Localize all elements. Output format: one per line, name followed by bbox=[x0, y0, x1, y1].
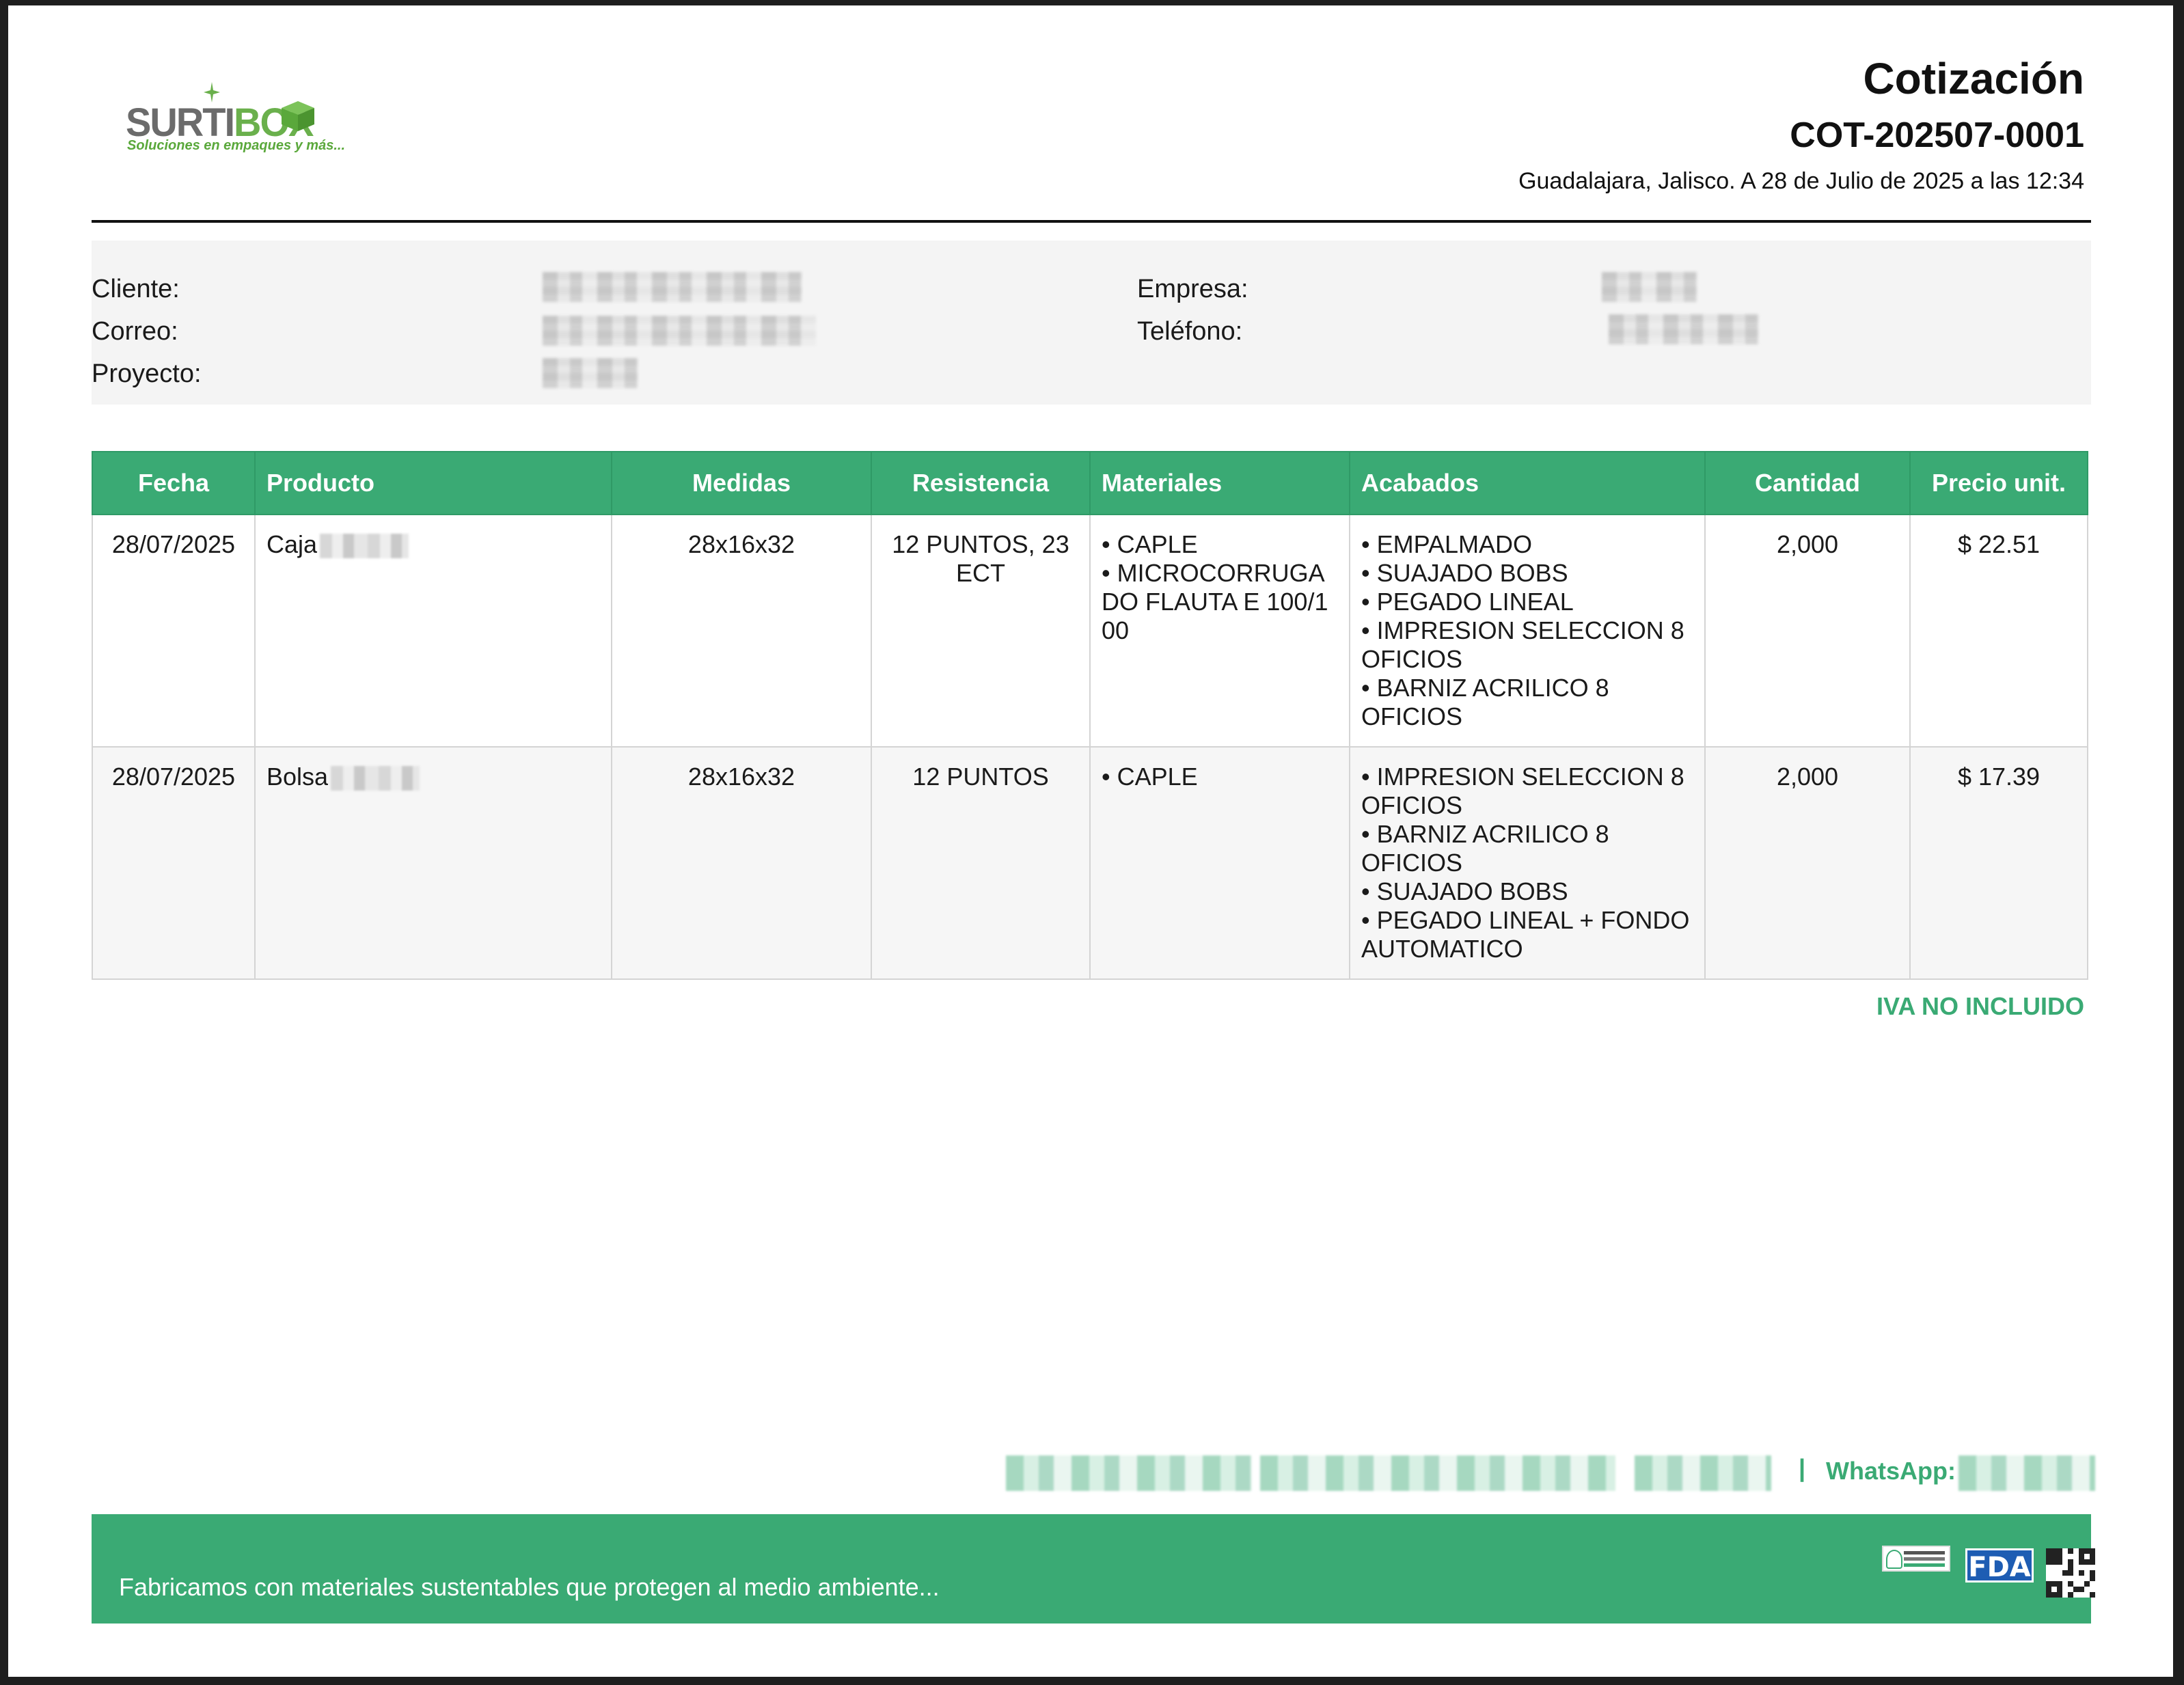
address-redacted bbox=[1006, 1455, 1252, 1491]
proyecto-label: Proyecto: bbox=[92, 359, 202, 388]
list-item: IMPRESION SELECCION 8 OFICIOS bbox=[1361, 763, 1693, 820]
list-item: MICROCORRUGADO FLAUTA E 100/100 bbox=[1102, 559, 1338, 645]
box-icon bbox=[282, 101, 314, 131]
producto-redacted bbox=[331, 766, 420, 791]
list-item: EMPALMADO bbox=[1361, 530, 1693, 559]
phone-redacted bbox=[1635, 1455, 1771, 1491]
list-item: PEGADO LINEAL + FONDO AUTOMATICO bbox=[1361, 906, 1693, 963]
cell-cantidad: 2,000 bbox=[1704, 514, 1911, 748]
whatsapp-number-redacted bbox=[1958, 1455, 2095, 1491]
correo-value-redacted bbox=[543, 316, 816, 346]
bosques-badge-icon bbox=[1882, 1546, 1950, 1572]
cell-materiales: CAPLE bbox=[1089, 746, 1350, 980]
col-header-fecha: Fecha bbox=[92, 451, 256, 515]
cell-acabados: IMPRESION SELECCION 8 OFICIOS BARNIZ ACR… bbox=[1349, 746, 1706, 980]
cell-producto: Bolsa bbox=[254, 746, 612, 980]
quote-number: COT-202507-0001 bbox=[1790, 115, 2084, 155]
table-row: 28/07/2025 Bolsa 28x16x32 12 PUNTOS CAPL… bbox=[92, 746, 2088, 980]
col-header-precio: Precio unit. bbox=[1909, 451, 2088, 515]
cell-cantidad: 2,000 bbox=[1704, 746, 1911, 980]
list-item: CAPLE bbox=[1102, 763, 1338, 791]
header-divider bbox=[92, 220, 2091, 223]
table-header-row: Fecha Producto Medidas Resistencia Mater… bbox=[92, 451, 2088, 515]
telefono-value-redacted bbox=[1609, 314, 1759, 344]
contact-separator: | bbox=[1799, 1454, 1806, 1482]
col-header-cantidad: Cantidad bbox=[1704, 451, 1911, 515]
list-item: SUAJADO BOBS bbox=[1361, 877, 1693, 906]
iva-note: IVA NO INCLUIDO bbox=[1876, 992, 2084, 1020]
producto-redacted bbox=[320, 534, 409, 559]
list-item: SUAJADO BOBS bbox=[1361, 559, 1693, 588]
cell-medidas: 28x16x32 bbox=[611, 746, 872, 980]
logo-tagline: Soluciones en empaques y más... bbox=[127, 138, 346, 153]
quote-page: SURTIBOX Soluciones en empaques y más...… bbox=[8, 5, 2173, 1677]
correo-label: Correo: bbox=[92, 317, 178, 346]
cliente-label: Cliente: bbox=[92, 275, 180, 303]
cell-fecha: 28/07/2025 bbox=[92, 746, 256, 980]
cliente-value-redacted bbox=[543, 272, 802, 302]
empresa-label: Empresa: bbox=[1137, 275, 1248, 303]
qr-code-icon bbox=[2046, 1548, 2095, 1598]
empresa-value-redacted bbox=[1602, 272, 1697, 302]
whatsapp-label: WhatsApp: bbox=[1826, 1457, 1956, 1485]
cell-precio: $ 22.51 bbox=[1909, 514, 2088, 748]
footer-banner: Fabricamos con materiales sustentables q… bbox=[92, 1514, 2095, 1624]
cell-fecha: 28/07/2025 bbox=[92, 514, 256, 748]
email-redacted bbox=[1260, 1455, 1615, 1491]
cell-medidas: 28x16x32 bbox=[611, 514, 872, 748]
cell-resistencia: 12 PUNTOS bbox=[871, 746, 1091, 980]
col-header-producto: Producto bbox=[254, 451, 612, 515]
table-row: 28/07/2025 Caja 28x16x32 12 PUNTOS, 23 E… bbox=[92, 514, 2088, 748]
document-title: Cotización bbox=[1863, 54, 2084, 103]
list-item: PEGADO LINEAL bbox=[1361, 588, 1693, 616]
fda-badge-icon: FDA bbox=[1965, 1548, 2034, 1583]
quote-items-table: Fecha Producto Medidas Resistencia Mater… bbox=[92, 451, 2088, 980]
list-item: IMPRESION SELECCION 8 OFICIOS bbox=[1361, 616, 1693, 674]
cell-acabados: EMPALMADO SUAJADO BOBS PEGADO LINEAL IMP… bbox=[1349, 514, 1706, 748]
col-header-materiales: Materiales bbox=[1089, 451, 1350, 515]
col-header-resistencia: Resistencia bbox=[871, 451, 1091, 515]
cell-producto: Caja bbox=[254, 514, 612, 748]
proyecto-value-redacted bbox=[543, 358, 638, 388]
cell-precio: $ 17.39 bbox=[1909, 746, 2088, 980]
list-item: BARNIZ ACRILICO 8 OFICIOS bbox=[1361, 674, 1693, 731]
client-info-panel: Cliente: Correo: Proyecto: Empresa: Telé… bbox=[92, 241, 2091, 405]
place-date: Guadalajara, Jalisco. A 28 de Julio de 2… bbox=[1518, 168, 2084, 194]
list-item: CAPLE bbox=[1102, 530, 1338, 559]
telefono-label: Teléfono: bbox=[1137, 317, 1243, 346]
col-header-acabados: Acabados bbox=[1349, 451, 1706, 515]
col-header-medidas: Medidas bbox=[611, 451, 872, 515]
list-item: BARNIZ ACRILICO 8 OFICIOS bbox=[1361, 820, 1693, 877]
cell-resistencia: 12 PUNTOS, 23 ECT bbox=[871, 514, 1091, 748]
surtibox-logo: SURTIBOX Soluciones en empaques y más... bbox=[118, 82, 345, 157]
cell-materiales: CAPLE MICROCORRUGADO FLAUTA E 100/100 bbox=[1089, 514, 1350, 748]
footer-text: Fabricamos con materiales sustentables q… bbox=[119, 1573, 940, 1601]
